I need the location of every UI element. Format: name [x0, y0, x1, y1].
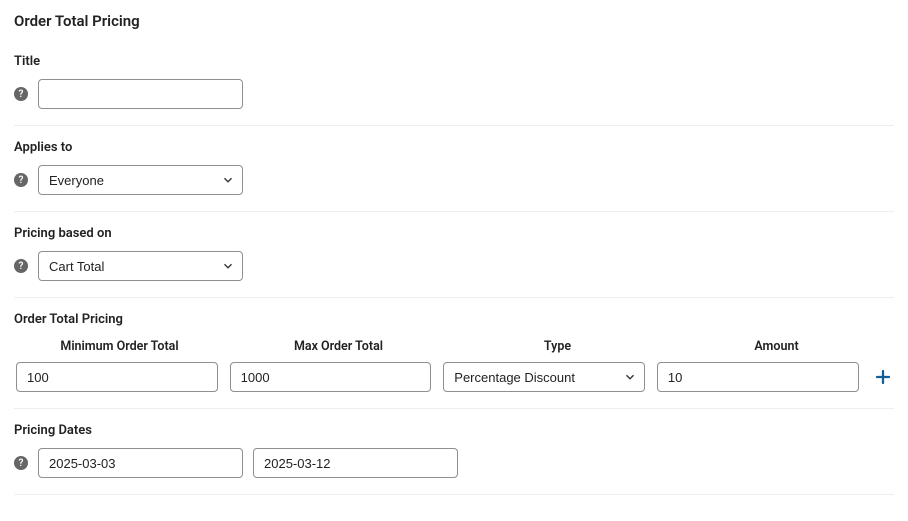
help-icon[interactable]: ? — [14, 456, 28, 470]
pricing-based-on-label: Pricing based on — [14, 226, 894, 241]
add-row-button[interactable] — [873, 366, 894, 388]
col-header-min: Minimum Order Total — [16, 337, 223, 356]
col-header-type: Type — [454, 337, 661, 356]
pricing-dates-label: Pricing Dates — [14, 423, 894, 438]
title-label: Title — [14, 54, 894, 69]
title-input[interactable] — [38, 79, 243, 109]
col-header-amount: Amount — [673, 337, 880, 356]
date-from-input[interactable] — [38, 448, 243, 478]
applies-to-label: Applies to — [14, 140, 894, 155]
min-order-total-input[interactable] — [16, 362, 218, 392]
date-to-input[interactable] — [253, 448, 458, 478]
help-icon[interactable]: ? — [14, 173, 28, 187]
plus-icon — [874, 368, 892, 386]
col-header-max: Max Order Total — [235, 337, 442, 356]
pricing-table-label: Order Total Pricing — [14, 312, 894, 327]
help-icon[interactable]: ? — [14, 87, 28, 101]
applies-to-select[interactable]: Everyone — [38, 165, 243, 195]
type-select[interactable]: Percentage Discount — [443, 362, 645, 392]
help-icon[interactable]: ? — [14, 259, 28, 273]
pricing-table-header-row: Minimum Order Total Max Order Total Type… — [14, 337, 894, 356]
amount-input[interactable] — [657, 362, 859, 392]
pricing-table-row: Percentage Discount — [14, 362, 894, 392]
max-order-total-input[interactable] — [230, 362, 432, 392]
page-title: Order Total Pricing — [14, 12, 894, 30]
pricing-based-on-select[interactable]: Cart Total — [38, 251, 243, 281]
